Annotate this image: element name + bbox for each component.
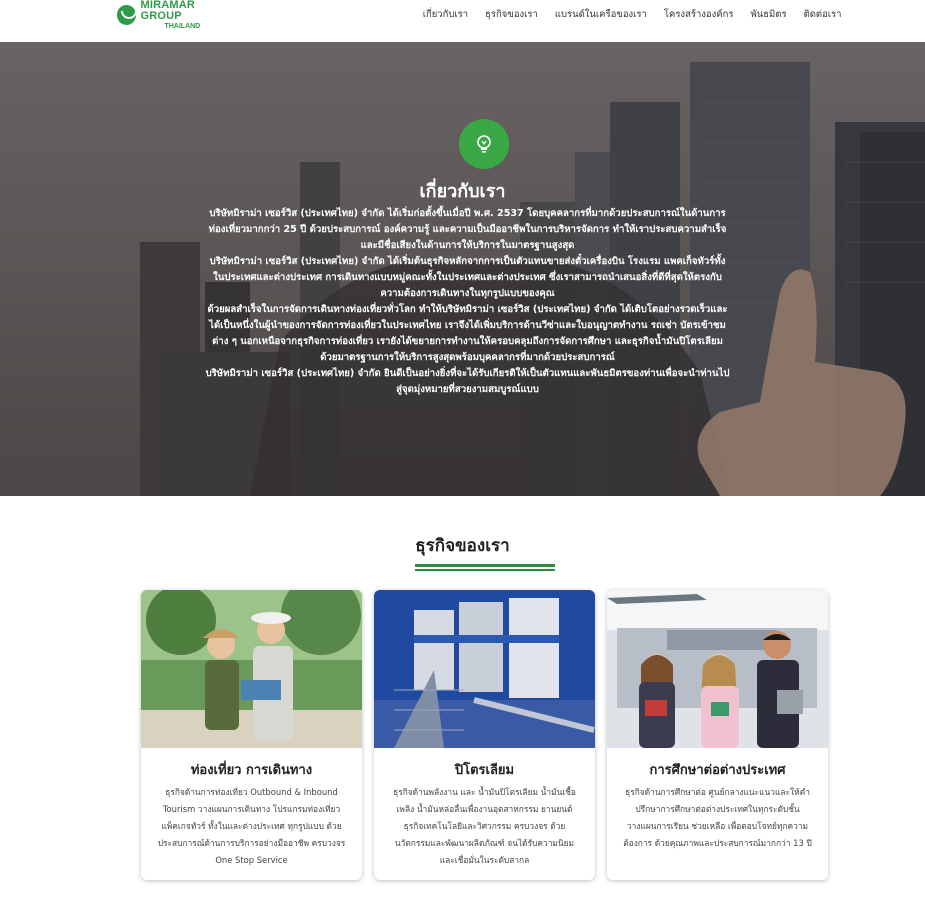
title-underline xyxy=(415,569,555,571)
title-underline xyxy=(415,564,555,567)
site-header: MIRAMAR GROUP THAILAND เกี่ยวกับเรา ธุรก… xyxy=(0,0,925,42)
about-paragraph: บริษัทมิราม่า เซอร์วิส (ประเทศไทย) จำกัด… xyxy=(205,368,730,395)
business-card-petroleum[interactable]: ปิโตรเลียม ธุรกิจด้านพลังงาน และ น้ำมันป… xyxy=(374,590,595,880)
business-section-title: ธุรกิจของเรา xyxy=(415,536,510,556)
nav-item-business[interactable]: ธุรกิจของเรา xyxy=(477,7,547,22)
nav-item-about[interactable]: เกี่ยวกับเรา xyxy=(414,7,476,22)
nav-item-contact[interactable]: ติดต่อเรา xyxy=(795,7,850,22)
card-title: การศึกษาต่อต่างประเทศ xyxy=(649,763,786,778)
logo-sub-text: THAILAND xyxy=(164,23,201,30)
logo-mark-icon xyxy=(117,5,138,25)
card-title: ท่องเที่ยว การเดินทาง xyxy=(190,763,313,778)
business-card-education[interactable]: การศึกษาต่อต่างประเทศ ธุรกิจด้านการศึกษา… xyxy=(607,590,828,880)
nav-item-structure[interactable]: โครงสร้างองค์กร xyxy=(655,7,742,22)
about-paragraph: ด้วยผลสำเร็จในการจัดการเดินทางท่องเที่ยว… xyxy=(207,304,728,363)
card-title: ปิโตรเลียม xyxy=(454,763,515,778)
lightbulb-icon xyxy=(459,119,509,169)
logo[interactable]: MIRAMAR GROUP THAILAND xyxy=(117,0,237,30)
business-card-travel[interactable]: ท่องเที่ยว การเดินทาง ธุรกิจด้านการท่องเ… xyxy=(141,590,362,880)
about-title: เกี่ยวกับเรา xyxy=(419,181,506,202)
about-body: บริษัทมิราม่า เซอร์วิส (ประเทศไทย) จำกัด… xyxy=(205,206,730,398)
petroleum-card-image xyxy=(374,590,595,748)
about-paragraph: บริษัทมิราม่า เซอร์วิส (ประเทศไทย) จำกัด… xyxy=(208,208,727,251)
card-description: ธุรกิจด้านการท่องเที่ยว Outbound & Inbou… xyxy=(157,787,346,865)
card-description: ธุรกิจด้านพลังงาน และ น้ำมันปิโตรเลียม น… xyxy=(393,787,576,865)
logo-main-text: MIRAMAR GROUP xyxy=(140,0,196,22)
about-paragraph: บริษัทมิราม่า เซอร์วิส (ประเทศไทย) จำกัด… xyxy=(209,256,726,299)
nav-item-brands[interactable]: แบรนด์ในเครือของเรา xyxy=(546,7,655,22)
about-hero: เกี่ยวกับเรา บริษัทมิราม่า เซอร์วิส (ประ… xyxy=(0,42,925,496)
nav-item-partners[interactable]: พันธมิตร xyxy=(742,7,795,22)
card-description: ธุรกิจด้านการศึกษาต่อ ศูนย์กลางแนะแนวและ… xyxy=(623,787,812,848)
education-card-image xyxy=(607,590,828,748)
travel-card-image xyxy=(141,590,362,748)
main-nav: เกี่ยวกับเรา ธุรกิจของเรา แบรนด์ในเครือข… xyxy=(414,7,850,22)
